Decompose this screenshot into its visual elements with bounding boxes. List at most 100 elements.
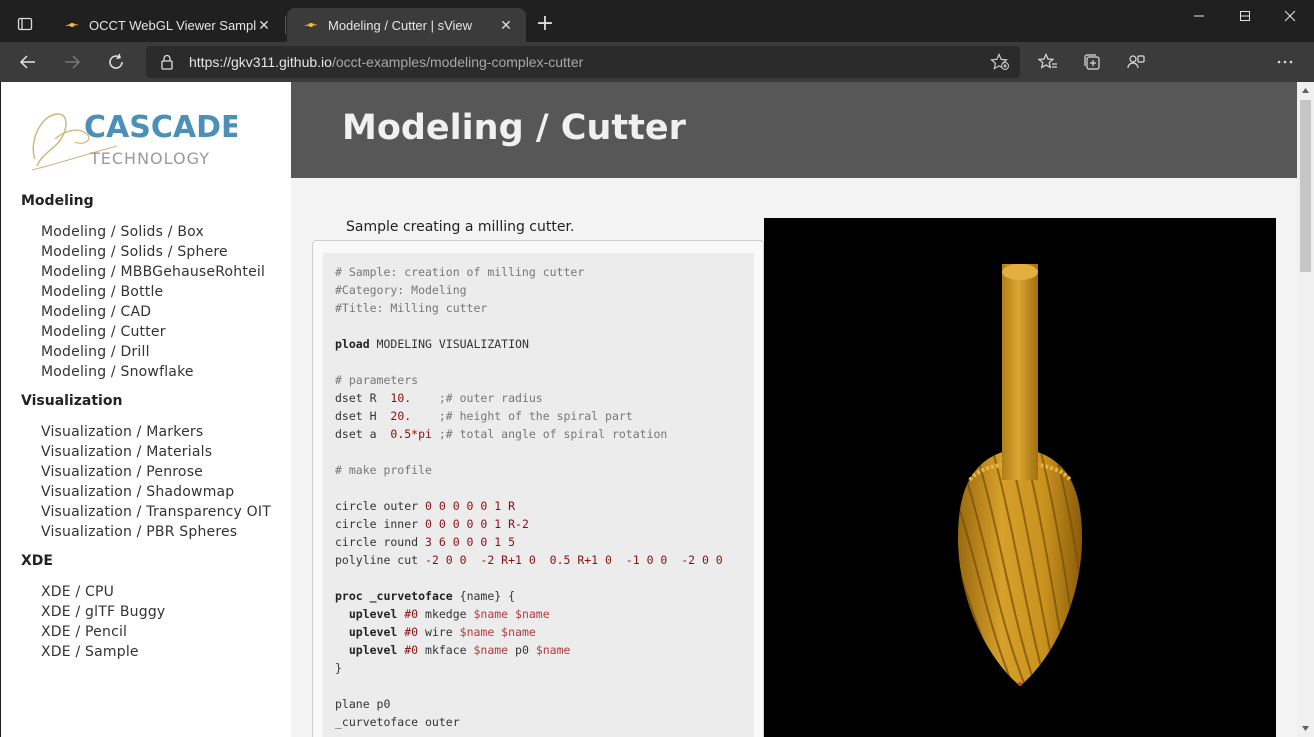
tab-close-icon[interactable]: ✕ [256,17,272,34]
code-text: mkface [418,643,474,657]
code-keyword: uplevel [335,607,398,621]
code-number: #0 [397,625,419,639]
code-line: _curvetoface outer [335,715,460,729]
tab-close-icon[interactable]: ✕ [498,17,514,34]
nav-item-penrose[interactable]: Visualization / Penrose [41,462,271,482]
nav-list-visualization: Visualization / Markers Visualization / … [41,422,271,542]
page-content: CASCADE TECHNOLOGY Modeling Modeling / S… [1,82,1297,737]
tab-actions-icon[interactable] [8,10,42,38]
scroll-up-arrow-icon[interactable] [1301,86,1310,95]
code-variable: $name [473,643,509,657]
code-comment: ;# total angle of spiral rotation [431,427,668,441]
logo-cascade-text: CASCADE [84,110,237,145]
code-number: -2 0 0 -2 R+1 0 0.5 R+1 0 -1 0 0 -2 0 0 [425,553,723,567]
nav-heading-modeling[interactable]: Modeling [21,193,94,209]
url-host: https://gkv311.github.io [189,54,332,70]
minimize-button-alt[interactable] [1176,0,1222,32]
page-scrollbar[interactable] [1297,82,1314,737]
code-text: dset a [335,427,391,441]
logo-technology-text: TECHNOLOGY [89,149,210,168]
nav-item-xde-sample[interactable]: XDE / Sample [41,642,165,662]
refresh-icon [109,53,123,69]
code-number: 20. [390,409,412,423]
code-text: dset H [335,409,391,423]
nav-item-materials[interactable]: Visualization / Materials [41,442,271,462]
nav-item-transparency-oit[interactable]: Visualization / Transparency OIT [41,502,271,522]
nav-item-drill[interactable]: Modeling / Drill [41,342,265,362]
nav-item-xde-pencil[interactable]: XDE / Pencil [41,622,165,642]
code-text: circle round [335,535,426,549]
back-button[interactable] [12,46,44,78]
nav-item-shadowmap[interactable]: Visualization / Shadowmap [41,482,271,502]
code-text: circle outer [335,499,426,513]
code-text: MODELING VISUALIZATION [369,337,529,351]
code-keyword: proc [335,589,363,603]
forward-button[interactable] [56,46,88,78]
code-line: # Sample: creation of milling cutter [335,265,585,279]
nav-item-bottle[interactable]: Modeling / Bottle [41,282,265,302]
code-line: circle inner 0 0 0 0 0 1 R-2 [335,517,529,535]
code-text: mkedge [418,607,474,621]
maximize-button[interactable] [1222,0,1268,32]
more-menu-icon[interactable] [1273,50,1297,74]
open-cascade-logo[interactable]: CASCADE TECHNOLOGY [27,104,237,174]
code-text: p0 [508,643,536,657]
code-panel[interactable]: # Sample: creation of milling cutter #Ca… [312,240,764,737]
cutter-shaft-top [1002,264,1038,280]
code-keyword: _curvetoface [362,589,453,603]
tab-occt-webgl-viewer[interactable]: OCCT WebGL Viewer Sample ✕ [48,8,284,42]
nav-heading-visualization[interactable]: Visualization [21,393,122,409]
code-line: circle outer 0 0 0 0 0 1 R [335,499,515,517]
code-line: dset R 10. ;# outer radius [335,391,543,409]
code-variable: $name $name [459,625,536,639]
code-text: circle inner [335,517,426,531]
code-keyword: uplevel [335,625,398,639]
page-title: Modeling / Cutter [342,108,686,148]
scrollbar-thumb[interactable] [1300,100,1311,272]
nav-item-mbbgehause[interactable]: Modeling / MBBGehauseRohteil [41,262,265,282]
nav-item-solids-sphere[interactable]: Modeling / Solids / Sphere [41,242,265,262]
code-line: dset a 0.5*pi ;# total angle of spiral r… [335,427,667,445]
code-text: polyline cut [335,553,426,567]
nav-item-cutter[interactable]: Modeling / Cutter [41,322,265,342]
forward-arrow-icon [65,55,81,69]
url-text[interactable]: https://gkv311.github.io/occt-examples/m… [189,54,583,70]
nav-item-markers[interactable]: Visualization / Markers [41,422,271,442]
page-header: Modeling / Cutter [291,82,1297,178]
nav-item-xde-gltf-buggy[interactable]: XDE / glTF Buggy [41,602,165,622]
code-line: uplevel #0 wire $name $name [335,625,536,643]
nav-heading-xde[interactable]: XDE [21,553,53,569]
lock-icon[interactable] [160,54,174,70]
favorites-icon[interactable] [1036,50,1060,74]
code-number: 10. [390,391,412,405]
nav-list-xde: XDE / CPU XDE / glTF Buggy XDE / Pencil … [41,582,165,662]
nav-item-solids-box[interactable]: Modeling / Solids / Box [41,222,265,242]
address-bar[interactable]: https://gkv311.github.io/occt-examples/m… [146,46,1020,78]
browser-toolbar: https://gkv311.github.io/occt-examples/m… [0,42,1314,82]
code-keyword: pload [335,337,370,351]
webgl-viewer-canvas[interactable] [764,218,1276,737]
code-line: pload MODELING VISUALIZATION [335,337,529,355]
code-line: # parameters [335,373,419,387]
nav-item-xde-cpu[interactable]: XDE / CPU [41,582,165,602]
nav-item-cad[interactable]: Modeling / CAD [41,302,265,322]
scroll-down-arrow-icon[interactable] [1301,724,1310,733]
code-line: plane p0 [335,697,391,711]
close-window-button[interactable] [1267,0,1313,32]
collections-icon[interactable] [1080,50,1104,74]
code-line: } [335,661,342,675]
code-number: 0 0 0 0 0 1 R-2 [425,517,529,531]
nav-item-pbr-spheres[interactable]: Visualization / PBR Spheres [41,522,271,542]
code-text: {name} { [452,589,516,603]
occt-favicon-icon [304,23,318,27]
code-line: dset H 20. ;# height of the spiral part [335,409,633,427]
cutter-tip [1018,682,1022,686]
tab-modeling-cutter[interactable]: Modeling / Cutter | sView ✕ [287,8,526,42]
code-block[interactable]: # Sample: creation of milling cutter #Ca… [323,253,754,737]
code-line: #Title: Milling cutter [335,301,488,315]
add-favorite-icon[interactable] [990,53,1010,71]
new-tab-button[interactable]: + [532,12,558,38]
extensions-icon[interactable] [1124,50,1148,74]
refresh-button[interactable] [100,46,132,78]
nav-item-snowflake[interactable]: Modeling / Snowflake [41,362,265,382]
